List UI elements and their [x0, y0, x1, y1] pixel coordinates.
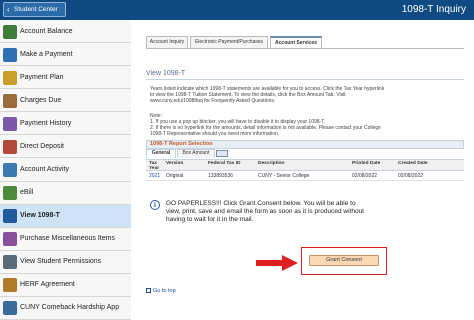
- sidebar-item-label: View Student Permissions: [20, 258, 102, 266]
- subtab-box-amount[interactable]: Box Amount: [177, 149, 215, 158]
- sidebar-item-label: Payment Plan: [20, 73, 64, 81]
- red-arrow-icon: [256, 255, 298, 271]
- sidebar-item-label: HERF Agreement: [20, 281, 75, 289]
- purchase-icon: [3, 232, 17, 247]
- sidebar-item-label: View 1098-T: [20, 212, 60, 220]
- sidebar-item-label: CUNY Comeback Hardship App: [20, 304, 120, 312]
- sidebar-item[interactable]: HERF Agreement: [0, 273, 131, 297]
- message-line: view, print, save and email the form as …: [166, 208, 364, 215]
- column-header: Description: [258, 161, 285, 166]
- column-header: Version: [166, 161, 184, 166]
- sidebar-item[interactable]: eBill: [0, 181, 131, 205]
- go-to-top-link[interactable]: Go to top: [146, 288, 176, 295]
- student-center-back-button[interactable]: ‹ Student Center: [3, 2, 66, 17]
- tab-account-inquiry[interactable]: Account Inquiry: [146, 36, 188, 48]
- payment-plan-icon: [3, 70, 17, 85]
- sidebar-item-label: Make a Payment: [20, 50, 73, 58]
- table-cell: 02/08/2022: [398, 173, 424, 179]
- table-cell: 02/08/2022: [352, 173, 378, 179]
- paperless-message: GO PAPERLESS!!! Click Grant Consent belo…: [166, 200, 396, 224]
- message-line: GO PAPERLESS!!! Click Grant Consent belo…: [166, 200, 356, 207]
- tab-divider: [146, 48, 464, 49]
- tab-account-services[interactable]: Account Services: [270, 36, 322, 48]
- sidebar-item-label: Charges Due: [20, 96, 62, 104]
- sidebar: Account Balance Make a Payment Payment Pla…: [0, 20, 131, 320]
- sidebar-item[interactable]: Account Activity: [0, 158, 131, 182]
- subtab-general[interactable]: General: [146, 149, 176, 158]
- grant-consent-button[interactable]: Grant Consent: [309, 255, 379, 266]
- charges-icon: [3, 93, 17, 108]
- activity-icon: [3, 162, 17, 177]
- sidebar-item-label: Account Activity: [20, 165, 70, 173]
- back-button-label: Student Center: [14, 6, 58, 13]
- section-divider: [146, 79, 464, 80]
- column-header: Tax Year: [149, 161, 160, 171]
- sidebar-item[interactable]: Payment History: [0, 112, 131, 136]
- form-icon: [3, 209, 17, 224]
- sidebar-item[interactable]: CUNY Comeback Hardship App: [0, 296, 131, 320]
- sidebar-item[interactable]: Make a Payment: [0, 43, 131, 67]
- sidebar-item-label: Direct Deposit: [20, 142, 64, 150]
- history-icon: [3, 116, 17, 131]
- tab-electronic-payments[interactable]: Electronic Payment/Purchases: [190, 36, 268, 48]
- consent-panel: i GO PAPERLESS!!! Click Grant Consent be…: [146, 196, 464, 276]
- top-bar: ‹ Student Center 1098-T Inquiry: [0, 0, 474, 20]
- section-title: View 1098-T: [146, 70, 186, 77]
- sidebar-item-label: Purchase Miscellaneous Items: [20, 235, 115, 243]
- permissions-icon: [3, 255, 17, 270]
- go-to-top-icon: [146, 288, 151, 294]
- column-header: Created Date: [398, 161, 428, 166]
- payment-icon: [3, 47, 17, 62]
- column-header: Printed Date: [352, 161, 381, 166]
- instructions-text: Years listed indicate which 1098-T state…: [150, 86, 462, 104]
- chevron-left-icon: ‹: [7, 5, 10, 14]
- sidebar-item[interactable]: View Student Permissions: [0, 250, 131, 274]
- go-to-top-label: Go to top: [153, 288, 176, 294]
- grid-view-icon[interactable]: [216, 150, 228, 157]
- report-selection-header: 1098-T Report Selection: [146, 140, 464, 149]
- agreement-icon: [3, 278, 17, 293]
- note-line: 1098-T Representative should you need mo…: [150, 131, 280, 137]
- table-cell: CUNY - Senior College: [258, 173, 310, 179]
- sidebar-item[interactable]: Payment Plan: [0, 66, 131, 90]
- table-header: Tax Year Version Federal Tax ID Descript…: [146, 159, 464, 171]
- ebill-icon: [3, 186, 17, 201]
- instruction-line: www.cuny.edu/1098tfaq for Frequently Ask…: [150, 98, 276, 104]
- sidebar-item[interactable]: View 1098-T: [0, 204, 131, 228]
- hardship-icon: [3, 301, 17, 316]
- page-title: 1098-T Inquiry: [401, 4, 466, 15]
- message-line: having to wait for it in the mail.: [166, 216, 254, 223]
- direct-deposit-icon: [3, 139, 17, 154]
- table-cell: Original: [166, 173, 184, 179]
- sidebar-item[interactable]: Direct Deposit: [0, 135, 131, 159]
- sidebar-item-label: eBill: [20, 189, 34, 197]
- note-text: Note: 1. If you use a pop up blocker, yo…: [150, 113, 462, 137]
- sidebar-item-label: Account Balance: [20, 27, 73, 35]
- sidebar-item[interactable]: Charges Due: [0, 89, 131, 113]
- sidebar-item-label: Payment History: [20, 119, 72, 127]
- info-icon: i: [150, 200, 160, 210]
- sidebar-item[interactable]: Purchase Miscellaneous Items: [0, 227, 131, 251]
- main-content: Account Inquiry Electronic Payment/Purch…: [132, 20, 474, 320]
- table-row: 2021 Original 133893536 CUNY - Senior Co…: [146, 171, 464, 181]
- column-header: Federal Tax ID: [208, 161, 241, 166]
- tax-year-link[interactable]: 2021: [149, 173, 160, 179]
- account-balance-icon: [3, 24, 17, 39]
- sidebar-item[interactable]: Account Balance: [0, 20, 131, 44]
- table-cell: 133893536: [208, 173, 234, 179]
